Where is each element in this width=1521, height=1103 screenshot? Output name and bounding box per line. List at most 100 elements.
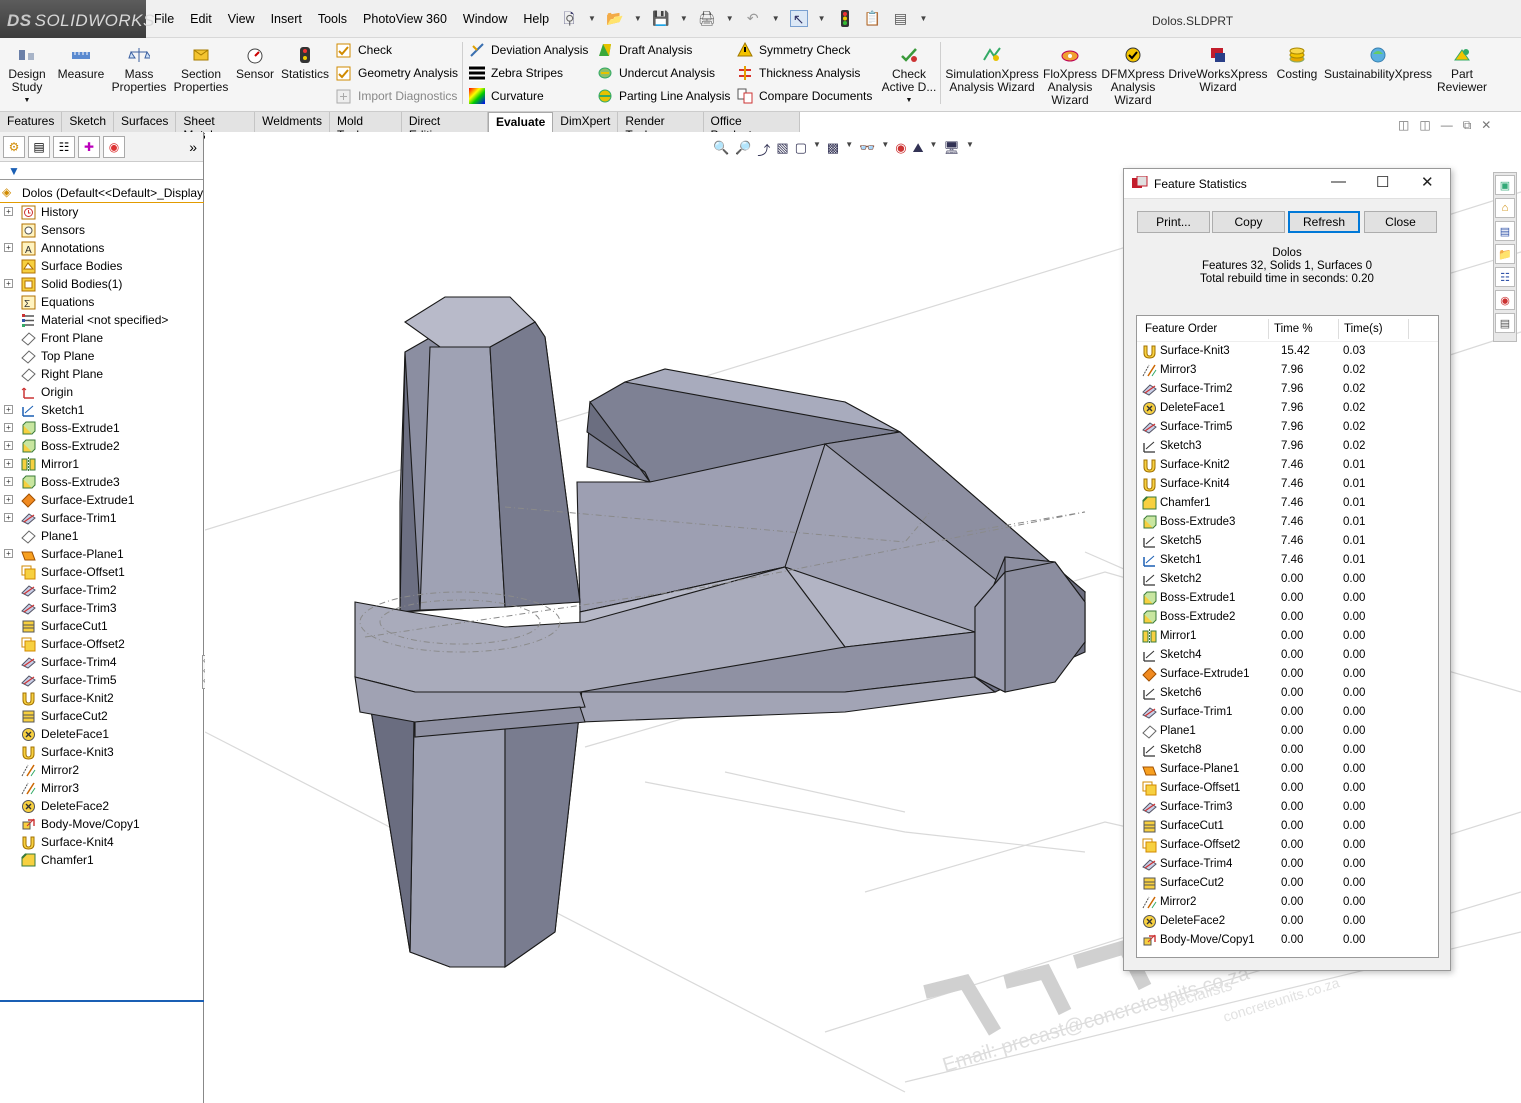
section-view-icon[interactable]: ▧ (776, 140, 788, 159)
tree-item-boss-extrude1[interactable]: + Boss-Extrude1 (0, 419, 204, 437)
table-row[interactable]: Sketch3 7.96 0.02 (1137, 437, 1438, 456)
menu-photoview[interactable]: PhotoView 360 (355, 12, 455, 26)
hide-show-items-icon[interactable]: 👓 (859, 140, 875, 159)
simulationxpress-button[interactable]: SimulationXpress Analysis Wizard (944, 38, 1040, 108)
table-row[interactable]: SurfaceCut2 0.00 0.00 (1137, 874, 1438, 893)
tree-item-surface-knit4[interactable]: Surface-Knit4 (0, 833, 204, 851)
tree-item-body-move-copy1[interactable]: Body-Move/Copy1 (0, 815, 204, 833)
tree-item-sensors[interactable]: Sensors (0, 221, 204, 239)
hide-show-dropdown-icon[interactable]: ▼ (881, 140, 889, 159)
rollback-bar[interactable] (0, 1000, 204, 1002)
menu-file[interactable]: File (146, 12, 182, 26)
sensor-button[interactable]: Sensor (234, 38, 276, 108)
expand-toggle-icon[interactable]: + (4, 441, 13, 450)
table-row[interactable]: DeleteFace1 7.96 0.02 (1137, 399, 1438, 418)
expand-toggle-icon[interactable]: + (4, 477, 13, 486)
check-active-dropdown-icon[interactable]: ▼ (906, 94, 913, 107)
print-button[interactable]: Print... (1137, 211, 1210, 233)
display-manager-tab-icon[interactable]: ◉ (103, 135, 125, 158)
expand-toggle-icon[interactable]: + (4, 279, 13, 288)
compare-documents-button[interactable]: Compare Documents (736, 86, 872, 106)
thickness-analysis-button[interactable]: Thickness Analysis (736, 63, 860, 83)
tab-render-tools[interactable]: Render Tools (618, 112, 704, 142)
expand-toggle-icon[interactable]: + (4, 423, 13, 432)
edit-appearance-icon[interactable]: ◉ (895, 140, 906, 159)
driveworksxpress-button[interactable]: DriveWorksXpress Wizard (1168, 38, 1268, 108)
tree-item-origin[interactable]: Origin (0, 383, 204, 401)
close-doc-icon[interactable]: ✕ (1481, 118, 1491, 133)
minimize-doc-icon[interactable]: — (1441, 118, 1453, 133)
table-row[interactable]: Surface-Trim3 0.00 0.00 (1137, 798, 1438, 817)
dialog-minimize-icon[interactable]: — (1331, 173, 1346, 190)
tile-right-icon[interactable]: ◫ (1419, 118, 1430, 133)
feature-tree-tab-icon[interactable]: ⚙ (3, 135, 25, 158)
table-row[interactable]: Surface-Offset2 0.00 0.00 (1137, 836, 1438, 855)
apply-scene-icon[interactable]: ⛰ (913, 140, 924, 159)
table-row[interactable]: Surface-Plane1 0.00 0.00 (1137, 760, 1438, 779)
tree-item-surface-trim2[interactable]: Surface-Trim2 (0, 581, 204, 599)
new-document-icon[interactable]: 🗋 (560, 10, 578, 27)
menu-insert[interactable]: Insert (263, 12, 310, 26)
select-arrow-icon[interactable]: ↖ (789, 10, 808, 27)
custom-properties-icon[interactable]: ▤ (1495, 313, 1515, 333)
menu-tools[interactable]: Tools (310, 12, 355, 26)
undo-icon[interactable]: ↶ (744, 10, 762, 27)
print-icon[interactable]: 🖨 (698, 10, 716, 27)
tree-item-plane1[interactable]: Plane1 (0, 527, 204, 545)
column-time-seconds[interactable]: Time(s) (1344, 323, 1383, 335)
tree-item-surface-trim3[interactable]: Surface-Trim3 (0, 599, 204, 617)
tab-evaluate[interactable]: Evaluate (487, 112, 554, 133)
table-row[interactable]: DeleteFace2 0.00 0.00 (1137, 912, 1438, 931)
tab-dimxpert[interactable]: DimXpert (553, 112, 619, 132)
tab-weldments[interactable]: Weldments (255, 112, 330, 132)
view-orientation-icon[interactable]: ▢ (795, 140, 807, 159)
tree-item-deleteface2[interactable]: DeleteFace2 (0, 797, 204, 815)
view-settings-dropdown-icon[interactable]: ▼ (966, 140, 974, 159)
table-row[interactable]: Surface-Knit4 7.46 0.01 (1137, 475, 1438, 494)
sustainabilityxpress-button[interactable]: SustainabilityXpress (1324, 38, 1432, 108)
open-folder-icon[interactable]: 📂 (606, 10, 624, 27)
measure-button[interactable]: Measure (56, 38, 106, 108)
appearances-scenes-icon[interactable]: ◉ (1495, 290, 1515, 310)
tab-mold-tools[interactable]: Mold Tools (329, 112, 402, 142)
tree-item-boss-extrude3[interactable]: + Boss-Extrude3 (0, 473, 204, 491)
tree-item-surface-knit2[interactable]: Surface-Knit2 (0, 689, 204, 707)
import-diagnostics-button[interactable]: Import Diagnostics (335, 86, 457, 106)
zoom-to-area-icon[interactable]: 🔎 (735, 140, 751, 159)
tree-item-solid-bodies-1[interactable]: + Solid Bodies(1) (0, 275, 204, 293)
expand-toggle-icon[interactable]: + (4, 459, 13, 468)
geometry-analysis-button[interactable]: Geometry Analysis (335, 63, 458, 83)
copy-button[interactable]: Copy (1212, 211, 1285, 233)
tree-item-front-plane[interactable]: Front Plane (0, 329, 204, 347)
tree-item-chamfer1[interactable]: Chamfer1 (0, 851, 204, 869)
print-dropdown-icon[interactable]: ▼ (726, 14, 734, 23)
design-library-icon[interactable]: ▤ (1495, 221, 1515, 241)
solidworks-logo[interactable]: DS SOLIDWORKS (0, 0, 154, 38)
tree-root-part[interactable]: ◈ Dolos (Default<<Default>_Display (0, 183, 204, 203)
table-row[interactable]: Sketch2 0.00 0.00 (1137, 570, 1438, 589)
tree-item-right-plane[interactable]: Right Plane (0, 365, 204, 383)
view-palette-icon[interactable]: ☷ (1495, 267, 1515, 287)
tree-item-mirror1[interactable]: + Mirror1 (0, 455, 204, 473)
new-dropdown-icon[interactable]: ▼ (588, 14, 596, 23)
save-icon[interactable]: 💾 (652, 10, 670, 27)
tile-left-icon[interactable]: ◫ (1398, 118, 1409, 133)
tree-item-top-plane[interactable]: Top Plane (0, 347, 204, 365)
column-separator[interactable] (1338, 319, 1339, 339)
expand-panel-icon[interactable]: » (189, 139, 197, 155)
menu-help[interactable]: Help (515, 12, 557, 26)
options-dropdown-icon[interactable]: ▼ (920, 14, 928, 23)
display-style-dropdown-icon[interactable]: ▼ (845, 140, 853, 159)
previous-view-icon[interactable]: ⤴ (757, 140, 770, 159)
parting-line-analysis-button[interactable]: Parting Line Analysis (596, 86, 730, 106)
rebuild-traffic-light-icon[interactable] (836, 10, 854, 27)
table-row[interactable]: Boss-Extrude3 7.46 0.01 (1137, 513, 1438, 532)
zoom-to-fit-icon[interactable]: 🔍 (713, 140, 729, 159)
deviation-analysis-button[interactable]: Deviation Analysis (468, 40, 588, 60)
tree-item-sketch1[interactable]: + Sketch1 (0, 401, 204, 419)
file-properties-icon[interactable]: 📋 (864, 10, 882, 27)
save-dropdown-icon[interactable]: ▼ (680, 14, 688, 23)
select-dropdown-icon[interactable]: ▼ (818, 14, 826, 23)
table-row[interactable]: Surface-Knit3 15.42 0.03 (1137, 342, 1438, 361)
check-active-document-button[interactable]: Check Active D... ▼ (880, 38, 938, 108)
